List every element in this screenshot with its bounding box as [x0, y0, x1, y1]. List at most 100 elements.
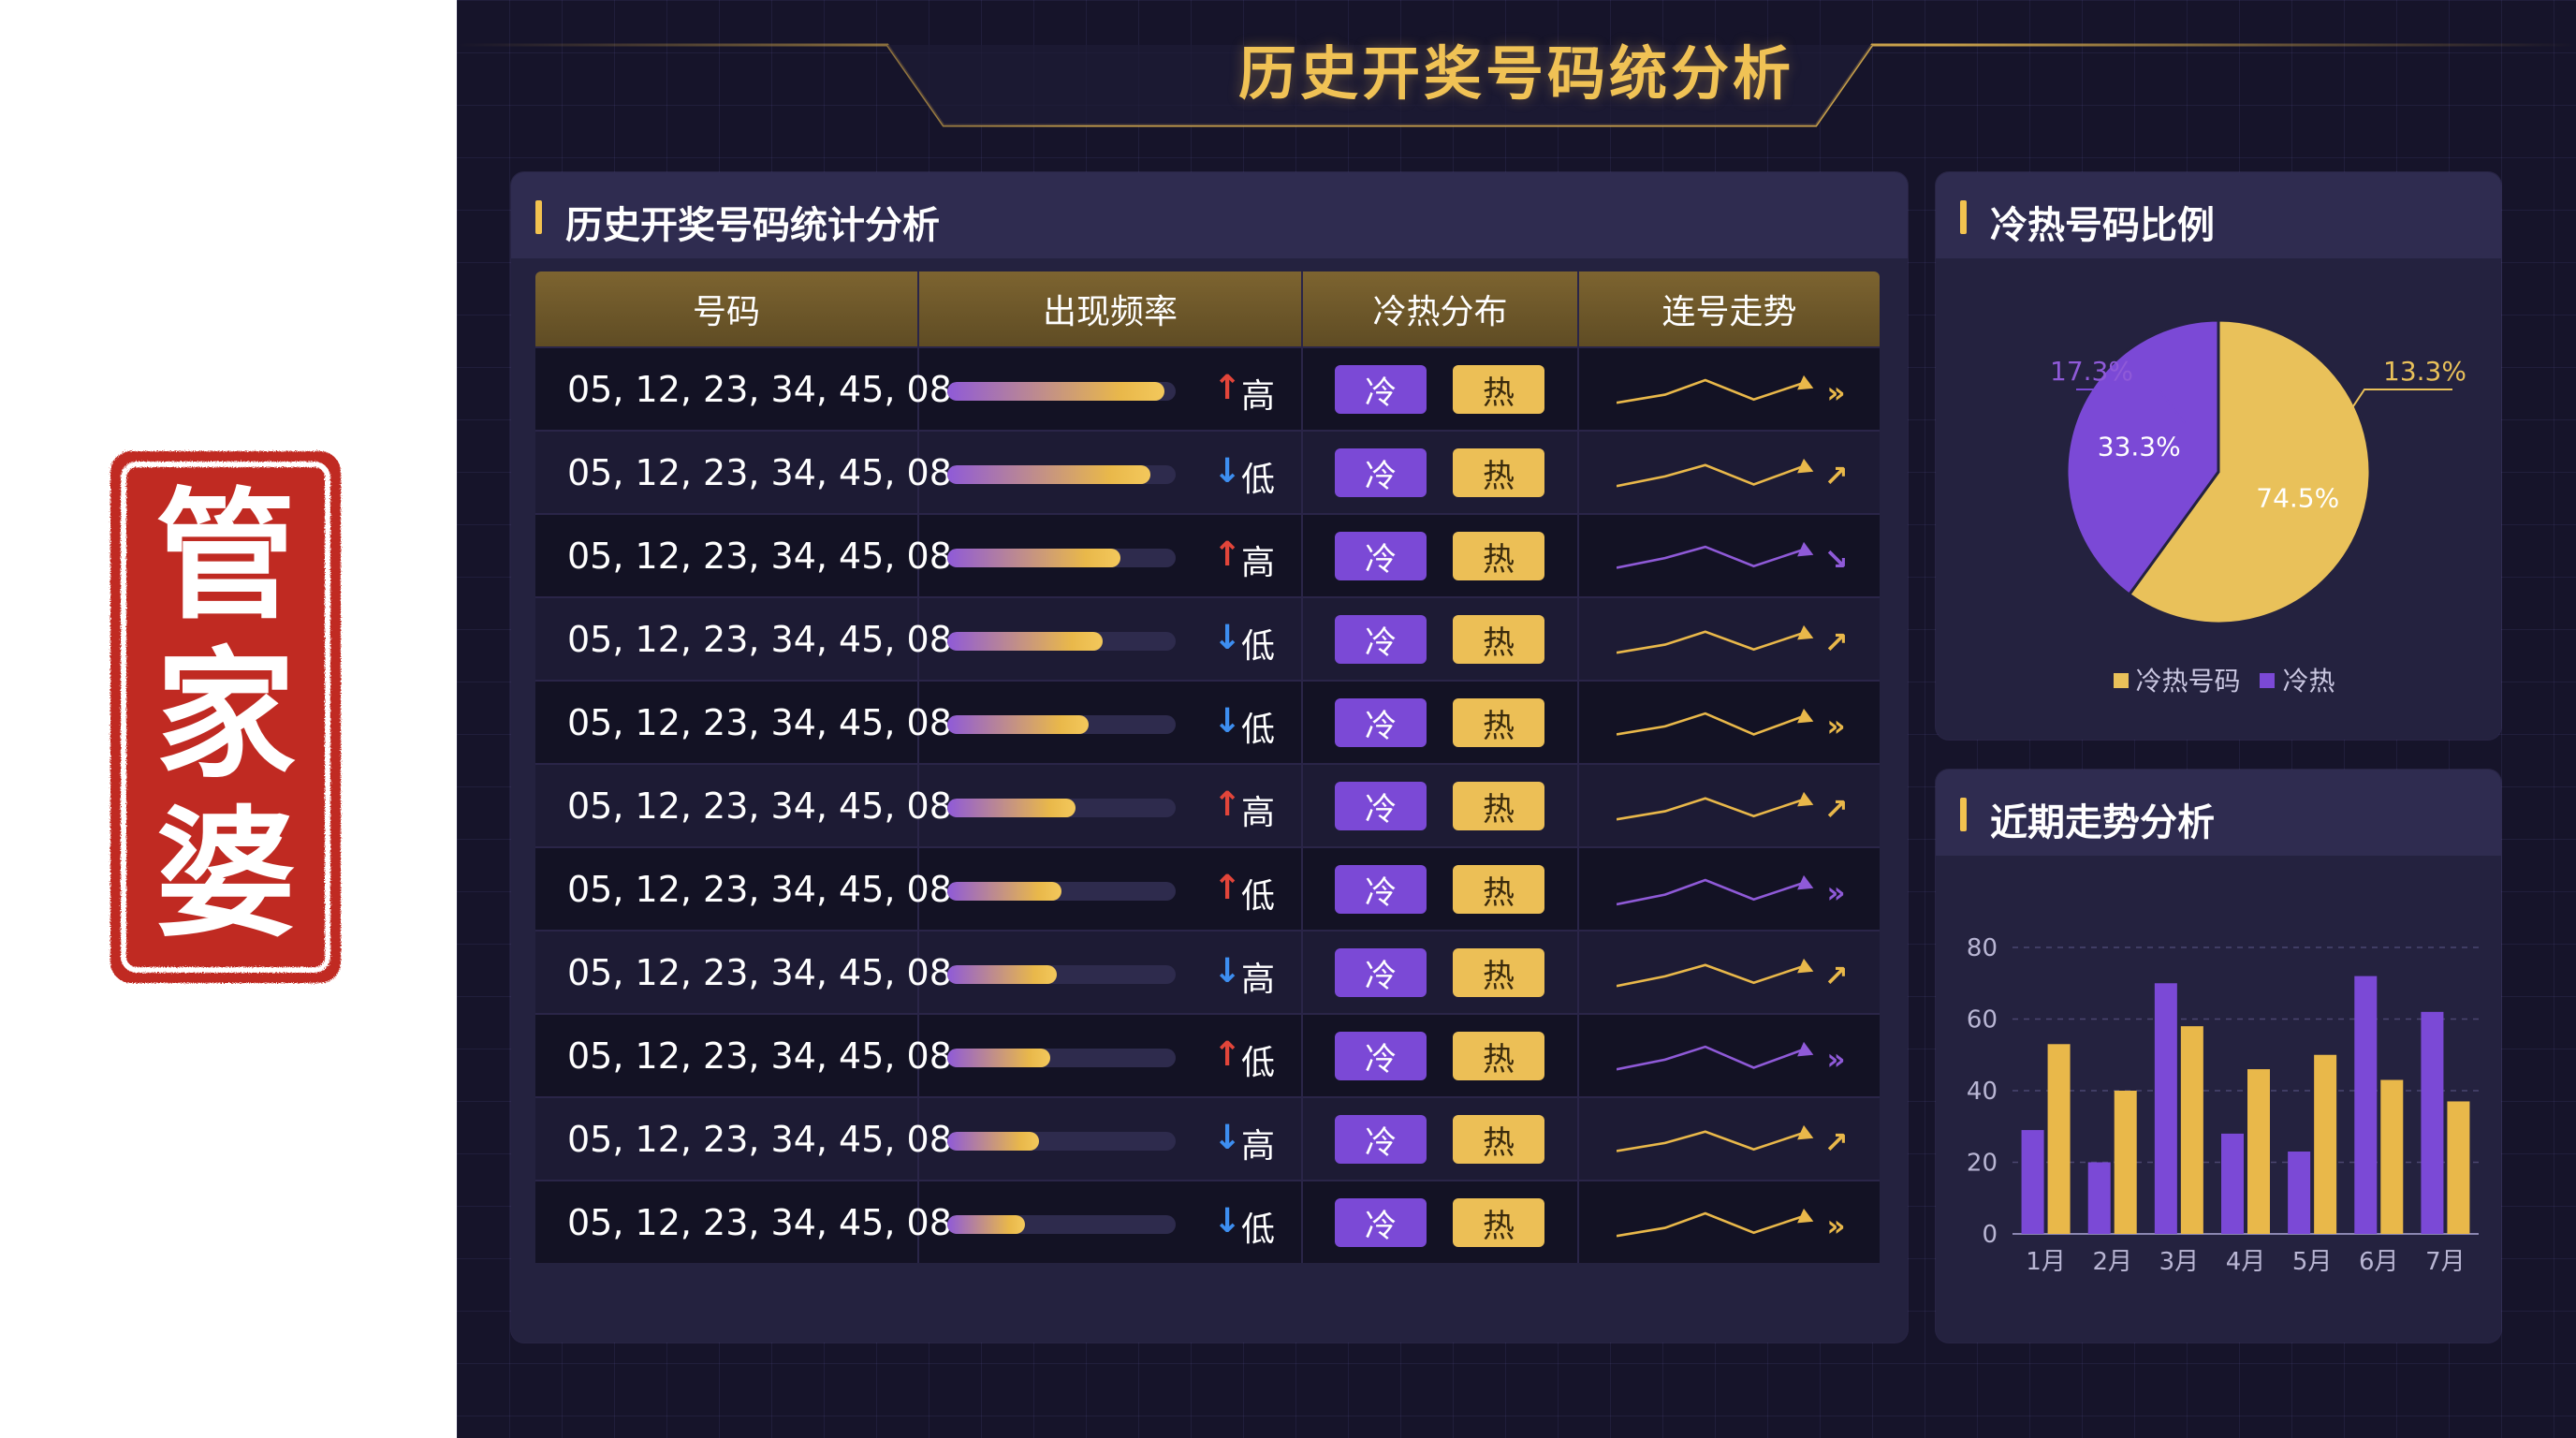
bar-gold[interactable] — [2314, 1054, 2337, 1234]
cold-tag[interactable]: 冷 — [1335, 1198, 1427, 1247]
trend-sparkline: » — [1617, 1041, 1846, 1077]
frequency-level: 高 — [1241, 377, 1276, 416]
frequency-cell: ↑ 低 — [919, 848, 1303, 930]
frequency-bar-fill — [947, 465, 1151, 484]
table-row[interactable]: 05, 12, 23, 34, 45, 08 ↑ 高冷热 ↗ — [535, 763, 1880, 846]
distribution-cell: 冷热 — [1303, 765, 1579, 846]
hot-tag[interactable]: 热 — [1453, 865, 1544, 914]
panel-header: 历史开奖号码统计分析 — [511, 172, 1908, 258]
table-row[interactable]: 05, 12, 23, 34, 45, 08 ↓ 低冷热 ↗ — [535, 430, 1880, 513]
numbers-cell: 05, 12, 23, 34, 45, 08 — [535, 515, 952, 596]
table-row[interactable]: 05, 12, 23, 34, 45, 08 ↓ 低冷热 ↗ — [535, 596, 1880, 680]
cold-tag[interactable]: 冷 — [1335, 615, 1427, 664]
trend-sparkline: ↘ — [1617, 541, 1848, 577]
trend-sparkline: » — [1617, 708, 1846, 743]
double-chevron-right-icon: » — [1826, 376, 1845, 410]
frequency-cell: ↑ 高 — [919, 348, 1303, 430]
bar-purple[interactable] — [2154, 983, 2177, 1234]
table-row[interactable]: 05, 12, 23, 34, 45, 08 ↓ 低冷热» — [535, 680, 1880, 763]
bar-chart: 0 20 40 60 80 1月 2月 3月 4月 5月 6月 7月 — [1967, 934, 2479, 1276]
column-header-frequency[interactable]: 出现频率 — [919, 271, 1303, 346]
cold-tag[interactable]: 冷 — [1335, 1115, 1427, 1164]
frequency-bar-fill — [947, 799, 1076, 817]
trend-cell: ↗ — [1579, 598, 1880, 680]
table-header-row: 号码 出现频率 冷热分布 连号走势 — [535, 271, 1880, 346]
table-row[interactable]: 05, 12, 23, 34, 45, 08 ↓ 高冷热 ↗ — [535, 930, 1880, 1013]
bar-purple[interactable] — [2021, 1130, 2044, 1234]
frequency-cell: ↓ 低 — [919, 1181, 1303, 1263]
hot-tag[interactable]: 热 — [1453, 615, 1544, 664]
cold-tag[interactable]: 冷 — [1335, 532, 1427, 580]
seal-char-2: 家 — [155, 633, 296, 798]
table-row[interactable]: 05, 12, 23, 34, 45, 08 ↓ 高冷热 ↗ — [535, 1096, 1880, 1180]
panel-header: 冷热号码比例 — [1936, 172, 2501, 258]
bar-gold[interactable] — [2114, 1091, 2137, 1234]
winning-numbers: 05, 12, 23, 34, 45, 08 — [567, 951, 952, 993]
bar-gold[interactable] — [2047, 1044, 2071, 1234]
cold-tag[interactable]: 冷 — [1335, 782, 1427, 830]
panel-header: 近期走势分析 — [1936, 770, 2501, 856]
arrow-down-icon: ↓ — [1213, 952, 1242, 990]
bar-gold[interactable] — [2247, 1069, 2270, 1234]
frequency-bar — [947, 799, 1176, 817]
cold-tag[interactable]: 冷 — [1335, 1032, 1427, 1080]
hot-tag[interactable]: 热 — [1453, 782, 1544, 830]
frequency-level: 高 — [1241, 1127, 1276, 1166]
table-row[interactable]: 05, 12, 23, 34, 45, 08 ↑ 低冷热» — [535, 846, 1880, 930]
table-row[interactable]: 05, 12, 23, 34, 45, 08 ↓ 低冷热» — [535, 1180, 1880, 1263]
bar-gold[interactable] — [2380, 1079, 2404, 1234]
frequency-bar-fill — [947, 632, 1103, 651]
frequency-bar — [947, 715, 1176, 734]
frequency-bar — [947, 1215, 1176, 1234]
title-accent-bar — [1960, 200, 1967, 234]
bar-purple[interactable] — [2221, 1133, 2244, 1234]
trend-cell: ↗ — [1579, 932, 1880, 1013]
frequency-bar-fill — [947, 1132, 1039, 1151]
bar-gold[interactable] — [2447, 1101, 2470, 1234]
frequency-bar — [947, 1132, 1176, 1151]
table-row[interactable]: 05, 12, 23, 34, 45, 08 ↑ 高冷热» — [535, 346, 1880, 430]
frequency-bar — [947, 465, 1176, 484]
hot-tag[interactable]: 热 — [1453, 948, 1544, 997]
cold-tag[interactable]: 冷 — [1335, 865, 1427, 914]
winning-numbers: 05, 12, 23, 34, 45, 08 — [567, 701, 952, 743]
hot-tag[interactable]: 热 — [1453, 698, 1544, 747]
x-tick-label: 5月 — [2292, 1248, 2333, 1276]
table-row[interactable]: 05, 12, 23, 34, 45, 08 ↑ 低冷热» — [535, 1013, 1880, 1096]
arrow-up-icon: ↑ — [1213, 869, 1242, 907]
frequency-cell: ↑ 高 — [919, 765, 1303, 846]
panel-title: 历史开奖号码统计分析 — [565, 204, 940, 247]
bar-purple[interactable] — [2354, 976, 2378, 1234]
table-row[interactable]: 05, 12, 23, 34, 45, 08 ↑ 高冷热 ↘ — [535, 513, 1880, 596]
cold-tag[interactable]: 冷 — [1335, 698, 1427, 747]
column-header-distribution[interactable]: 冷热分布 — [1303, 271, 1579, 346]
frequency-cell: ↓ 高 — [919, 932, 1303, 1013]
hot-tag[interactable]: 热 — [1453, 1198, 1544, 1247]
hot-tag[interactable]: 热 — [1453, 1032, 1544, 1080]
hot-tag[interactable]: 热 — [1453, 365, 1544, 414]
trend-sparkline: ↗ — [1617, 458, 1848, 493]
column-header-numbers[interactable]: 号码 — [535, 271, 919, 346]
panel-title: 近期走势分析 — [1990, 801, 2215, 844]
frequency-bar — [947, 382, 1176, 401]
frequency-bar — [947, 632, 1176, 651]
cold-tag[interactable]: 冷 — [1335, 948, 1427, 997]
bar-purple[interactable] — [2087, 1162, 2111, 1235]
cold-tag[interactable]: 冷 — [1335, 448, 1427, 497]
pie-chart-panel: 冷热号码比例 74.5% 33.3% 17.3% 13.3% 冷热号码 冷热 — [1936, 172, 2501, 740]
hot-tag[interactable]: 热 — [1453, 532, 1544, 580]
y-tick-label: 40 — [1967, 1078, 1998, 1106]
double-chevron-right-icon: » — [1826, 1210, 1845, 1243]
hot-tag[interactable]: 热 — [1453, 448, 1544, 497]
winning-numbers: 05, 12, 23, 34, 45, 08 — [567, 451, 952, 493]
arrow-down-icon: ↓ — [1213, 619, 1242, 657]
double-chevron-right-icon: » — [1826, 1043, 1845, 1077]
hot-tag[interactable]: 热 — [1453, 1115, 1544, 1164]
column-header-trend[interactable]: 连号走势 — [1579, 271, 1880, 346]
bar-gold[interactable] — [2180, 1026, 2203, 1234]
bar-purple[interactable] — [2288, 1152, 2311, 1234]
legend-label: 冷热 — [2282, 666, 2335, 697]
panel-title: 冷热号码比例 — [1990, 204, 2215, 247]
cold-tag[interactable]: 冷 — [1335, 365, 1427, 414]
bar-purple[interactable] — [2421, 1011, 2444, 1234]
